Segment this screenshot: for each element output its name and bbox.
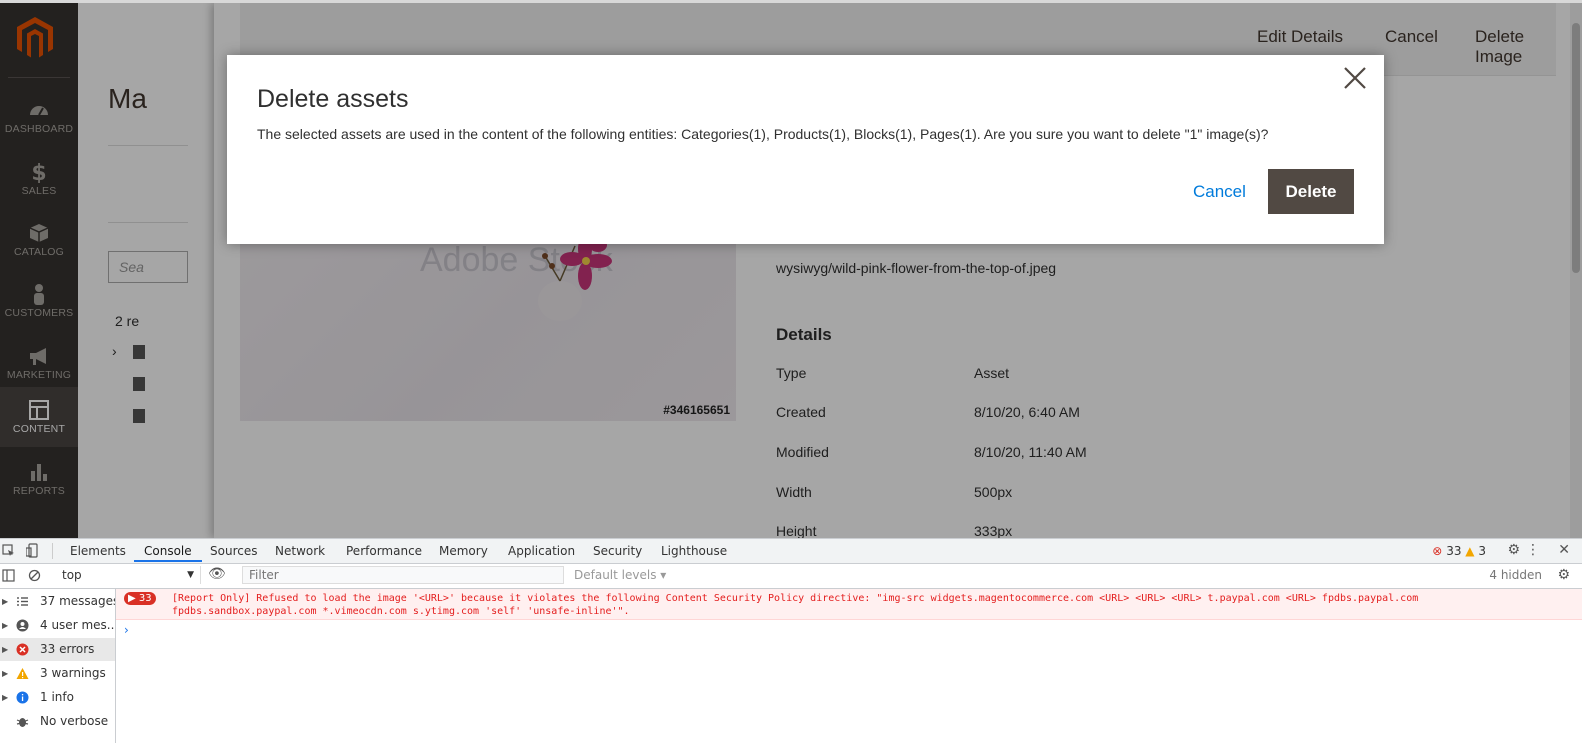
magento-admin-app: DASHBOARD $ SALES CATALOG CUSTOMERS MARK… bbox=[0, 0, 1582, 538]
sidebar-item-warnings[interactable]: ▶ 3 warnings bbox=[0, 662, 115, 685]
tab-sources[interactable]: Sources bbox=[210, 544, 257, 558]
tab-memory[interactable]: Memory bbox=[439, 544, 488, 558]
modal-delete-button[interactable]: Delete bbox=[1268, 169, 1354, 214]
sidebar-item-label: 1 info bbox=[40, 690, 74, 704]
log-levels-label: Default levels bbox=[574, 568, 657, 582]
sidebar-item-label: 3 warnings bbox=[40, 666, 106, 680]
console-output: ▶ 33 [Report Only] Refused to load the i… bbox=[116, 589, 1582, 743]
active-tab-indicator bbox=[134, 560, 202, 562]
sidebar-item-verbose[interactable]: No verbose bbox=[0, 710, 115, 733]
device-toggle-icon[interactable] bbox=[26, 543, 39, 558]
close-icon[interactable]: ✕ bbox=[1558, 542, 1570, 558]
tab-performance[interactable]: Performance bbox=[346, 544, 422, 558]
warning-count: 3 bbox=[1478, 544, 1486, 558]
info-icon bbox=[16, 691, 29, 704]
expand-arrow-icon: ▶ bbox=[2, 621, 9, 630]
close-icon[interactable] bbox=[1342, 65, 1368, 91]
inspect-icon[interactable] bbox=[2, 544, 15, 557]
expand-arrow-icon: ▶ bbox=[2, 669, 9, 678]
delete-assets-modal: Delete assets The selected assets are us… bbox=[227, 55, 1384, 244]
console-sidebar: ▶ 37 messages ▶ 4 user mes... ▶ 33 error… bbox=[0, 589, 116, 743]
context-selector[interactable]: top ▼ bbox=[56, 566, 201, 584]
console-error-message[interactable]: ▶ 33 [Report Only] Refused to load the i… bbox=[116, 589, 1582, 620]
sidebar-toggle-icon[interactable] bbox=[2, 569, 15, 582]
expand-arrow-icon: ▶ bbox=[2, 645, 9, 654]
error-text: [Report Only] Refused to load the image … bbox=[172, 593, 1419, 617]
filter-input[interactable] bbox=[242, 566, 564, 584]
error-badge-count: 33 bbox=[138, 593, 152, 604]
devtools-tabbar: Elements Console Sources Network Perform… bbox=[0, 539, 1582, 564]
sidebar-item-messages[interactable]: ▶ 37 messages bbox=[0, 590, 115, 613]
bug-icon bbox=[16, 718, 29, 727]
sidebar-item-label: No verbose bbox=[40, 714, 109, 728]
log-levels-dropdown[interactable]: Default levels ▾ bbox=[574, 568, 666, 582]
tab-application[interactable]: Application bbox=[508, 544, 575, 558]
list-icon bbox=[17, 597, 28, 606]
sidebar-item-label: 33 errors bbox=[40, 642, 95, 656]
sidebar-item-info[interactable]: ▶ 1 info bbox=[0, 686, 115, 709]
more-options-icon[interactable]: ⋮ bbox=[1526, 542, 1540, 558]
console-settings-icon[interactable]: ⚙ bbox=[1557, 567, 1570, 583]
modal-message: The selected assets are used in the cont… bbox=[257, 126, 1269, 142]
expand-arrow-icon: ▶ bbox=[2, 693, 9, 702]
error-count: 33 bbox=[1446, 544, 1462, 558]
expand-arrow-icon: ▶ bbox=[2, 597, 9, 606]
context-value: top bbox=[62, 568, 82, 582]
error-icon bbox=[16, 643, 29, 656]
warning-icon: ▲ bbox=[1465, 544, 1475, 558]
hidden-count: 4 hidden bbox=[1489, 568, 1542, 582]
tab-network[interactable]: Network bbox=[275, 544, 325, 558]
console-toolbar: top ▼ 👁 Default levels ▾ 4 hidden ⚙ bbox=[0, 564, 1582, 589]
sidebar-item-label: 37 messages bbox=[40, 594, 115, 608]
modal-title: Delete assets bbox=[257, 85, 409, 113]
user-icon bbox=[16, 619, 29, 632]
tab-console[interactable]: Console bbox=[144, 544, 192, 558]
eye-icon[interactable]: 👁 bbox=[208, 566, 226, 582]
tab-elements[interactable]: Elements bbox=[70, 544, 126, 558]
devtools-panel: Elements Console Sources Network Perform… bbox=[0, 538, 1582, 743]
gear-icon[interactable]: ⚙ bbox=[1507, 542, 1520, 558]
error-icon: ⊗ bbox=[1432, 544, 1443, 558]
sidebar-item-user-messages[interactable]: ▶ 4 user mes... bbox=[0, 614, 115, 637]
sidebar-item-errors[interactable]: ▶ 33 errors bbox=[0, 638, 115, 661]
issue-counts[interactable]: ⊗ 33 ▲ 3 bbox=[1432, 544, 1486, 558]
error-repeat-badge[interactable]: ▶ 33 bbox=[124, 592, 156, 605]
warning-icon bbox=[16, 668, 29, 679]
sidebar-item-label: 4 user mes... bbox=[40, 618, 115, 632]
console-prompt-icon[interactable]: › bbox=[124, 623, 129, 637]
clear-console-icon[interactable] bbox=[28, 569, 41, 582]
tab-security[interactable]: Security bbox=[593, 544, 642, 558]
toolbar-divider bbox=[52, 543, 53, 559]
dropdown-arrow-icon: ▼ bbox=[187, 570, 194, 580]
modal-cancel-button[interactable]: Cancel bbox=[1179, 169, 1260, 214]
tab-lighthouse[interactable]: Lighthouse bbox=[661, 544, 727, 558]
